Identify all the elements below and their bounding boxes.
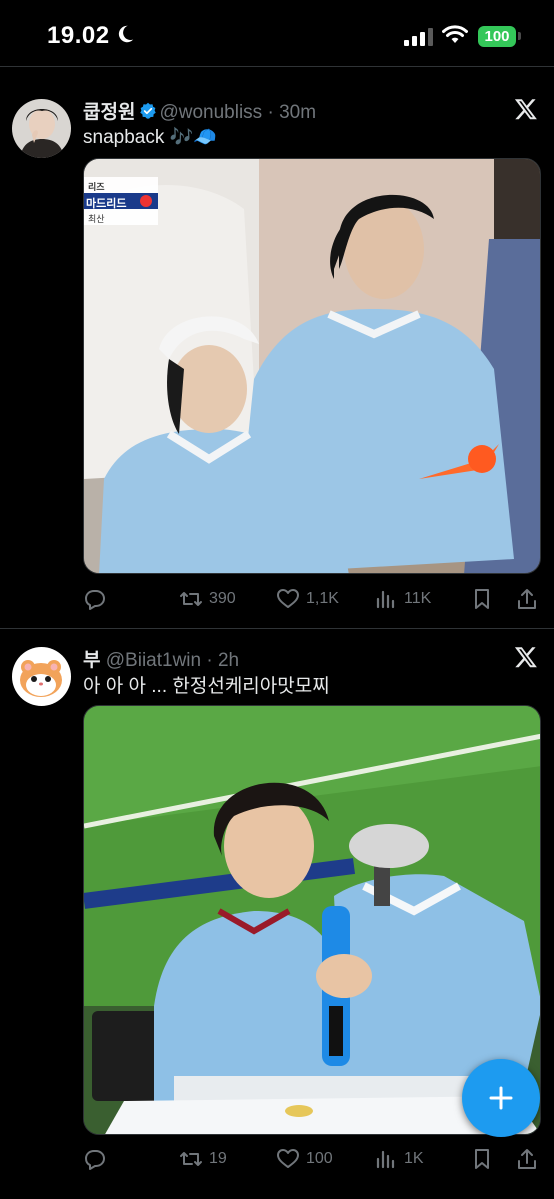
separator-dot: · (201, 650, 218, 671)
like-button[interactable]: 100 (276, 1146, 333, 1172)
retweet-button[interactable]: 19 (179, 1146, 227, 1172)
views-icon (376, 1150, 395, 1169)
tweet-text: 아 아 아 ... 한정선케리아맛모찌 (83, 676, 330, 697)
share-icon (518, 1149, 536, 1169)
display-name[interactable]: 부 (83, 650, 100, 671)
reply-icon (85, 1150, 105, 1170)
tweet-header: 부 @Biiat1win · 2h (83, 645, 239, 672)
avatar[interactable] (12, 647, 71, 706)
share-button[interactable] (515, 1146, 545, 1172)
views-count: 1K (404, 1150, 424, 1167)
reply-button[interactable] (83, 1146, 113, 1172)
like-count: 100 (306, 1150, 333, 1167)
tweet[interactable]: 부 @Biiat1win · 2h 아 아 아 ... 한정선케리아맛모찌 19… (0, 0, 554, 1199)
tweet-actions: 19 100 1K (83, 1146, 543, 1172)
bookmark-button[interactable] (470, 1146, 500, 1172)
bookmark-icon (475, 1149, 489, 1169)
retweet-icon (180, 1152, 202, 1166)
compose-button[interactable] (462, 1059, 540, 1137)
views-button[interactable]: 1K (374, 1146, 424, 1172)
x-logo-icon[interactable] (514, 645, 538, 669)
plus-icon (489, 1086, 513, 1110)
retweet-count: 19 (209, 1150, 227, 1167)
heart-icon (277, 1149, 299, 1168)
user-handle[interactable]: @Biiat1win (106, 650, 201, 671)
tweet-time: 2h (217, 650, 240, 671)
